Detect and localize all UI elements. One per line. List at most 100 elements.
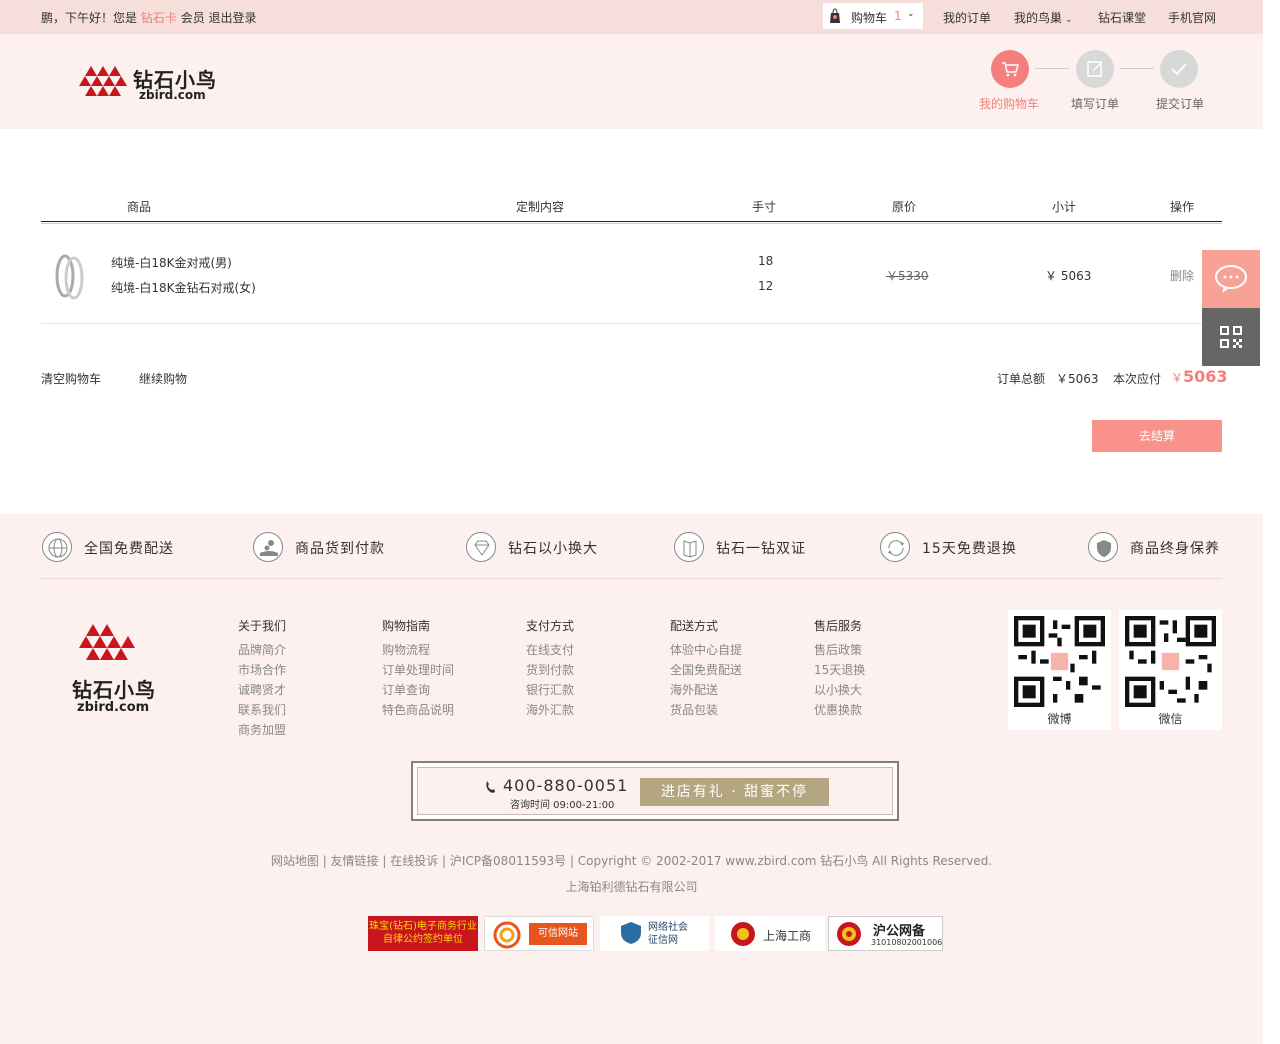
service-label: 商品终身保养 [1130,541,1220,557]
shield-icon [1088,532,1118,562]
logout-link[interactable]: 退出登录 [209,11,257,25]
footer-link[interactable]: 优惠换款 [814,700,865,720]
service-label: 全国免费配送 [84,541,174,557]
shopping-bag-icon [830,8,840,23]
online-chat-button[interactable] [1202,250,1260,308]
divider [41,323,1222,324]
footer-link[interactable]: 货到付款 [526,660,574,680]
order-total-value: ￥5063 [1056,372,1099,386]
ring-size: 12 [758,279,774,293]
footer-logo-text-cn: 钻石小鸟 [72,678,156,702]
checkout-button[interactable]: 去结算 [1092,420,1222,452]
hand-coins-icon [253,532,283,562]
payable-value: ￥5063 [1171,367,1228,386]
wechat-qr[interactable]: 微信 [1119,610,1222,730]
footer-col-title: 购物指南 [382,619,431,633]
cart-icon [1002,62,1019,77]
footer-link[interactable]: 售后政策 [814,640,865,660]
badge-credit-net[interactable]: 网络社会征信网 [600,916,709,951]
qr-code-icon [1220,326,1242,348]
diamond-icon [466,532,496,562]
footer-link[interactable]: 特色商品说明 [382,700,454,720]
footer-link[interactable]: 联系我们 [238,700,286,720]
footer-col-delivery: 配送方式 体验中心自提 全国免费配送 海外配送 货品包装 [670,617,742,720]
logo-text-en: zbird.com [139,88,206,102]
badge-ecommerce-pact[interactable]: 珠宝(钻石)电子商务行业自律公约签约单位 [368,916,478,951]
my-nest-menu[interactable]: 我的鸟巢 ⌄ [1014,9,1073,26]
trusted-site-icon [493,921,521,949]
site-logo[interactable]: 钻石小鸟 zbird.com [77,62,216,105]
footer-logo[interactable]: 钻石小鸟 zbird.com [72,622,155,715]
greeting: 鹏，下午好！您是 钻石卡 会员 退出登录 [41,9,257,26]
footer-link[interactable]: 15天退换 [814,660,865,680]
footer-col-title: 售后服务 [814,619,863,633]
diamond-class-link[interactable]: 钻石课堂 [1098,9,1146,26]
mini-cart[interactable]: 购物车 1 ⌄ [823,3,923,29]
product-name-link[interactable]: 纯境-白18K金对戒(男) [111,254,232,271]
footer-col-title: 关于我们 [238,619,287,633]
footer-link[interactable]: 海外配送 [670,680,742,700]
footer-link[interactable]: 订单查询 [382,680,454,700]
footer-link[interactable]: 商务加盟 [238,720,286,740]
product-name-link[interactable]: 纯境-白18K金钻石对戒(女) [111,279,256,296]
emblem-icon [731,922,755,946]
delete-button[interactable]: 删除 [1170,267,1194,284]
payable-currency: ￥ [1171,371,1184,385]
clear-cart-link[interactable]: 清空购物车 [41,370,101,387]
payable-label: 本次应付 [1113,372,1162,386]
footer-link[interactable]: 货品包装 [670,700,742,720]
col-header-action: 操作 [1170,200,1195,214]
footer-link[interactable]: 以小换大 [814,680,865,700]
footer-col-title: 支付方式 [526,619,575,633]
footer-col-payment: 支付方式 在线支付 货到付款 银行汇款 海外汇款 [526,617,574,720]
badge-shanghai-aic[interactable]: 上海工商 [715,916,825,951]
col-header-custom: 定制内容 [516,200,565,214]
member-level-link[interactable]: 钻石卡 [141,11,177,25]
continue-shopping-link[interactable]: 继续购物 [139,370,187,387]
weibo-qr[interactable]: 微博 [1008,610,1111,730]
step-label-submit-order: 提交订单 [1156,97,1205,111]
service-label: 钻石以小换大 [508,541,598,557]
badge-trusted-site[interactable]: 可信网站 [484,916,594,951]
footer-link[interactable]: 体验中心自提 [670,640,742,660]
cart-label: 购物车 [851,11,888,25]
company-name: 上海铂利德钻石有限公司 [565,880,698,894]
footer-link[interactable]: 海外汇款 [526,700,574,720]
product-image[interactable] [48,248,92,304]
police-emblem-icon [837,922,861,946]
badge-text: 网络社会征信网 [648,922,688,946]
qr-code-button[interactable] [1202,308,1260,366]
step-connector [1120,68,1154,69]
footer-link[interactable]: 在线支付 [526,640,574,660]
my-nest-label: 我的鸟巢 [1014,11,1063,25]
footer-link[interactable]: 订单处理时间 [382,660,454,680]
footer-link[interactable]: 诚聘贤才 [238,680,286,700]
contact-banner[interactable]: 400-880-0051 咨询时间 09:00-21:00 进店有礼 · 甜蜜不… [411,761,899,821]
badge-number: 31010802001006 [871,938,943,947]
badge-text: 珠宝(钻石)电子商务行业自律公约签约单位 [369,921,477,945]
footer-link[interactable]: 品牌简介 [238,640,286,660]
col-header-subtotal: 小计 [1052,200,1077,214]
qr-caption: 微博 [1047,712,1072,726]
chevron-down-icon: ⌄ [907,9,915,19]
step-label-cart: 我的购物车 [979,97,1040,111]
hotline-number: 400-880-0051 [503,776,629,795]
qr-caption: 微信 [1158,712,1183,726]
footer-link[interactable]: 市场合作 [238,660,286,680]
mobile-site-link[interactable]: 手机官网 [1168,9,1216,26]
step-fill-order [1076,50,1114,88]
service-label: 钻石一钻双证 [716,541,806,557]
my-orders-link[interactable]: 我的订单 [943,9,991,26]
original-price: ￥5330 [886,269,929,283]
badge-text: 上海工商 [763,929,812,943]
footer-link[interactable]: 银行汇款 [526,680,574,700]
qr-code-icon [1125,616,1216,707]
promo-button[interactable]: 进店有礼 · 甜蜜不停 [640,778,829,806]
footer-link[interactable]: 购物流程 [382,640,454,660]
footer-link[interactable]: 全国免费配送 [670,660,742,680]
badge-police-record[interactable]: 沪公网备 31010802001006 [828,916,943,951]
ring-pair-icon [55,254,84,300]
badge-text: 可信网站 [529,923,587,945]
footer-col-about: 关于我们 品牌简介 市场合作 诚聘贤才 联系我们 商务加盟 [238,617,286,740]
step-submit-order [1160,50,1198,88]
